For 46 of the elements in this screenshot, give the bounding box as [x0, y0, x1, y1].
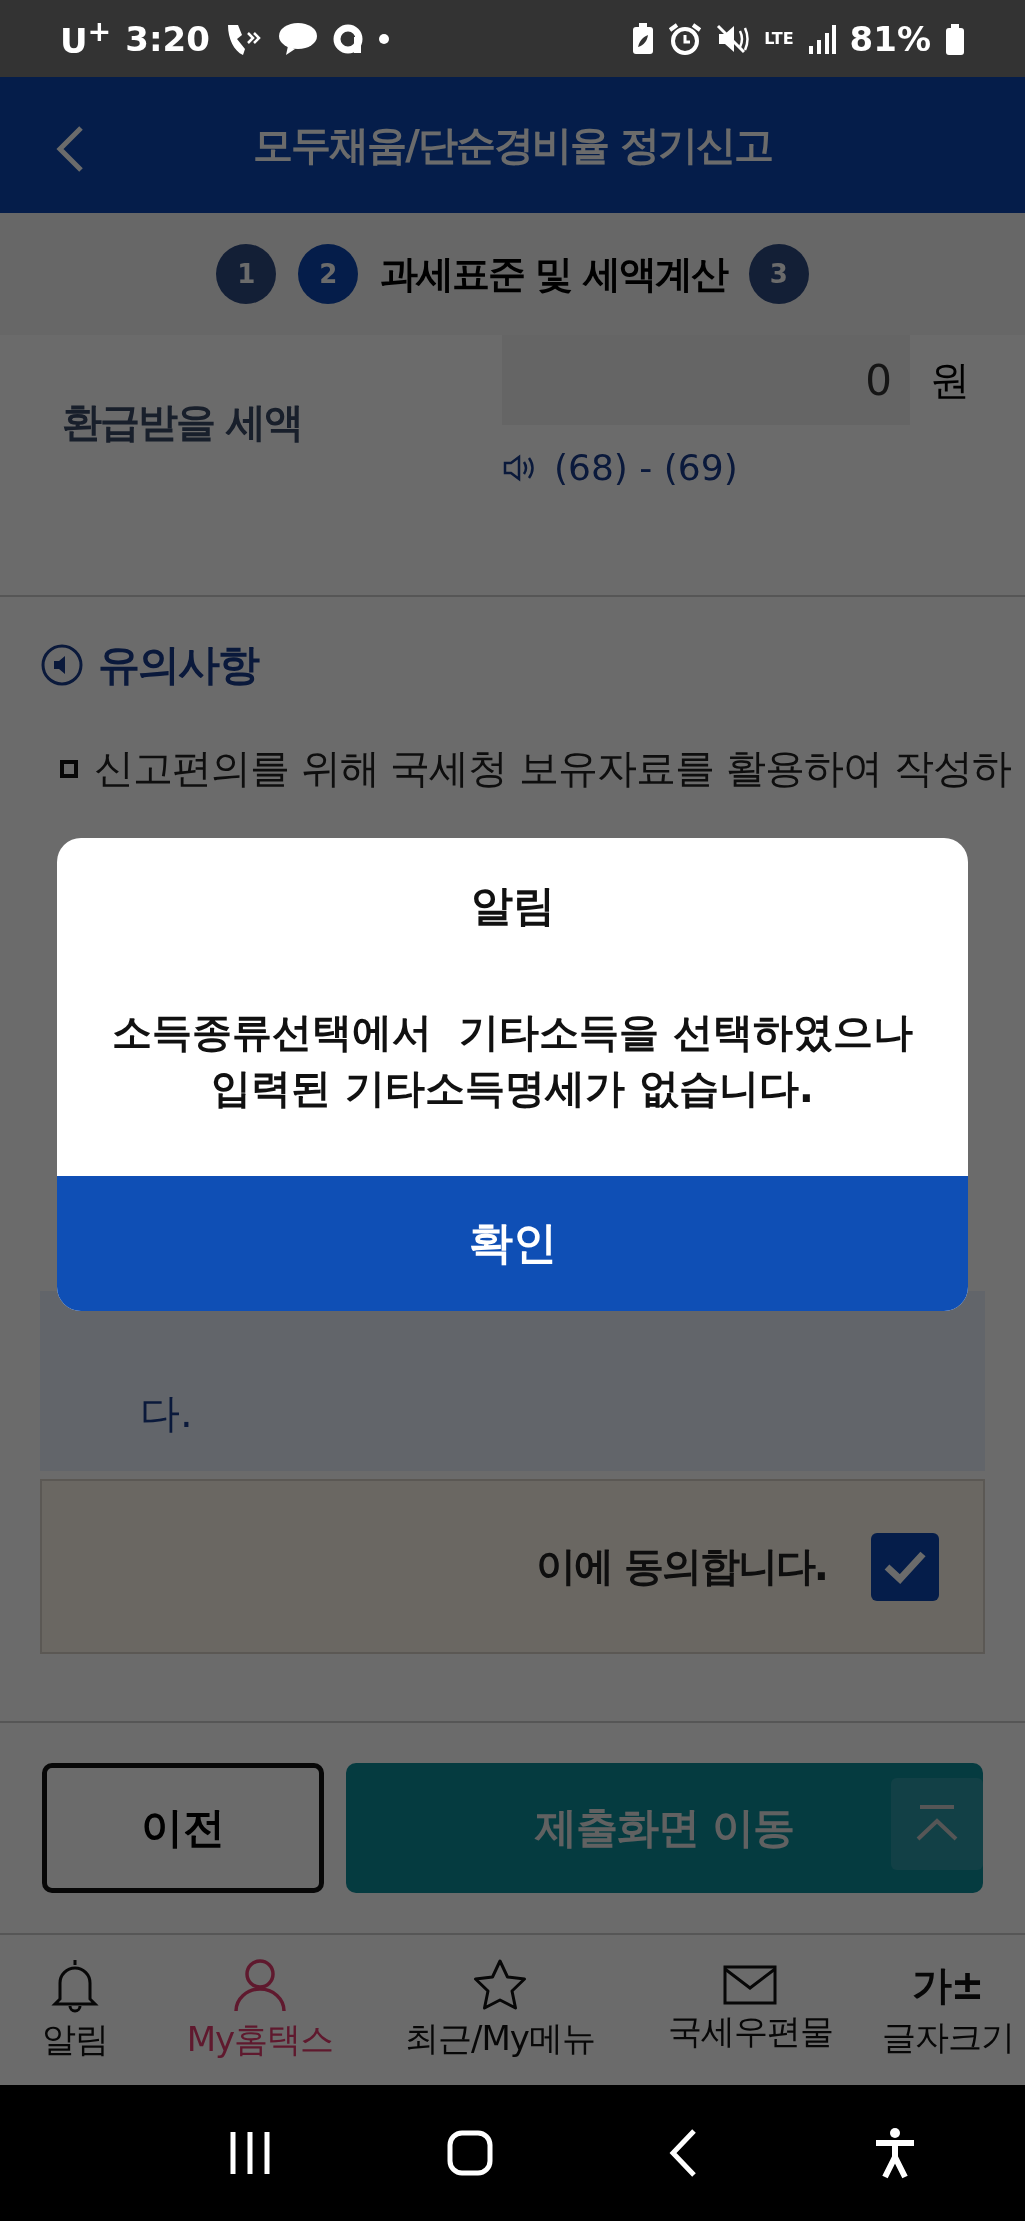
step-number: 2	[298, 244, 359, 304]
battery-icon	[945, 22, 965, 55]
font-size-icon: 가±	[911, 1959, 984, 2011]
amount-field[interactable]: 0	[502, 335, 910, 425]
agree-checkbox[interactable]	[871, 1532, 939, 1601]
notice-text: 다.	[140, 1389, 193, 1438]
mail-icon	[723, 1965, 777, 2005]
speaker-icon	[40, 643, 84, 687]
bell-icon	[50, 1957, 100, 2013]
signal-icon	[807, 23, 836, 54]
app-icon	[331, 22, 364, 55]
step-label: 과세표준 및 세액계산	[380, 250, 727, 298]
nav-item[interactable]: 최근/My메뉴	[370, 1958, 630, 2062]
nav-item[interactable]: 국세우편물	[630, 1965, 870, 2055]
bullet-icon	[60, 759, 78, 778]
carrier-label: U$^{+}$	[60, 15, 112, 62]
submit-button[interactable]: 제출화면 이동	[346, 1763, 983, 1893]
page-title: 모두채움/단순경비율 정기신고	[253, 120, 772, 170]
person-icon	[233, 1957, 287, 2013]
field-label: 환급받을 세액	[62, 398, 303, 447]
unit-label: 원	[930, 355, 970, 405]
home-icon[interactable]	[446, 2130, 493, 2176]
step-number: 3	[748, 244, 809, 304]
speaker-icon[interactable]	[502, 453, 536, 482]
back-icon[interactable]	[668, 2128, 699, 2178]
nav-item[interactable]: My홈택스	[150, 1957, 370, 2063]
agree-label: 이에 동의합니다.	[535, 1542, 827, 1591]
previous-button[interactable]: 이전	[42, 1763, 324, 1893]
mute-icon	[716, 22, 751, 55]
chat-bubble-icon	[277, 21, 318, 56]
star-icon	[472, 1958, 528, 2012]
dialog-message: 소득종류선택에서 기타소득을 선택하였으나 입력된 기타소득명세가 없습니다.	[110, 1008, 915, 1113]
clock: 3:20	[125, 18, 210, 59]
nav-item[interactable]: 알림	[0, 1957, 150, 2063]
notice-text: 신고편의를 위해 국세청 보유자료를 활용하여 작성하	[94, 744, 1011, 793]
network-type-label: LTE	[764, 30, 794, 47]
confirm-button[interactable]: 확인	[57, 1176, 968, 1311]
dialog-title: 알림	[469, 880, 556, 932]
battery-saver-icon	[632, 22, 655, 55]
alarm-icon	[668, 22, 703, 55]
dot-icon	[377, 32, 390, 45]
nav-item[interactable]: 가± 글자크기	[870, 1959, 1025, 2061]
formula-text: (68) - (69)	[554, 447, 738, 488]
battery-percent: 81%	[849, 18, 931, 59]
step-number: 1	[216, 244, 277, 304]
notice-title: 유의사항	[98, 639, 258, 691]
